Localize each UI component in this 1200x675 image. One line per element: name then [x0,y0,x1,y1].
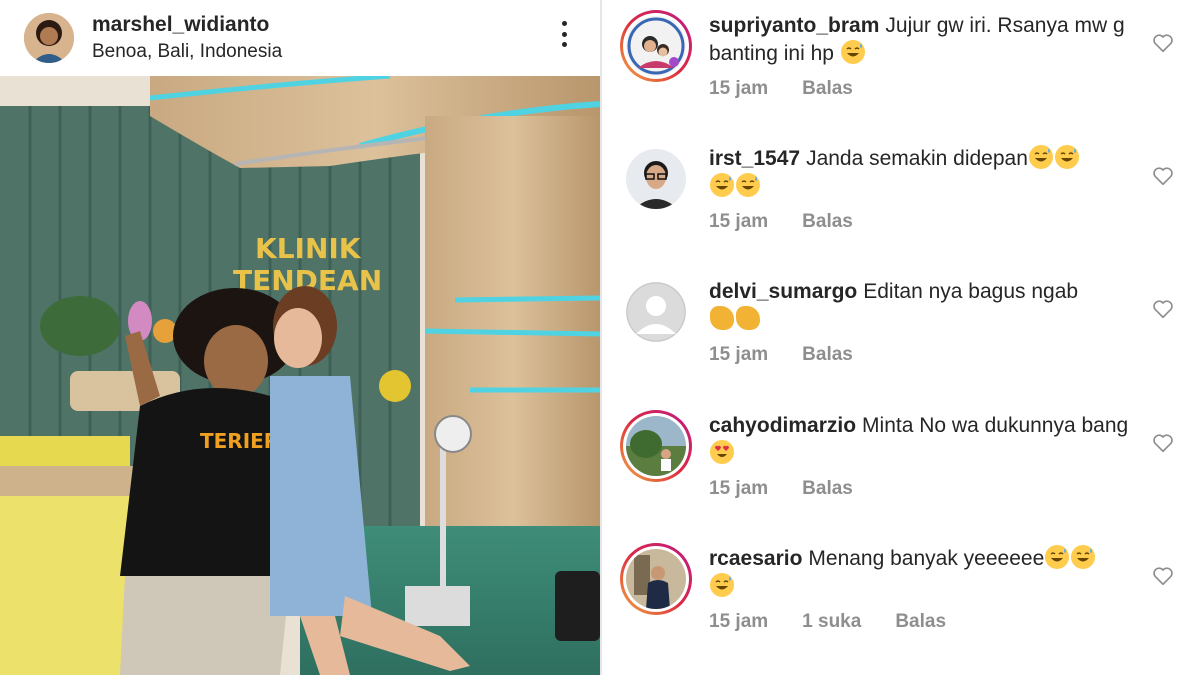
man-glasses-avatar[interactable] [626,149,686,209]
grinning-sweat-emoji [710,173,734,197]
grinning-sweat-emoji [1071,545,1096,569]
comment-likes[interactable]: 1 suka [802,611,861,633]
comment-time[interactable]: 15 jam [709,211,768,233]
comment-username[interactable]: cahyodimarzio [709,414,856,437]
story-ring[interactable] [620,10,692,82]
comment-username[interactable]: irst_1547 [709,147,800,170]
reply-button[interactable]: Balas [802,478,853,500]
more-options-icon[interactable] [552,18,576,50]
story-ring[interactable] [620,410,692,482]
story-ring[interactable] [620,543,692,615]
comment-item: supriyanto_bram Jujur gw iri. Rsanya mw g… [602,0,1200,133]
comment-text: Minta No wa dukunnya bang [862,414,1129,437]
comment-username[interactable]: rcaesario [709,547,802,570]
comment-item: delvi_sumargo Editan nya bagus ngab 15 ja… [602,266,1200,399]
post-location[interactable]: Benoa, Bali, Indonesia [92,40,282,64]
grinning-sweat-emoji [736,173,760,197]
grinning-sweat-emoji [840,40,865,64]
comment-text: Menang banyak yeeeeee [808,547,1045,570]
like-heart-icon[interactable] [1152,298,1174,320]
comment-time[interactable]: 15 jam [709,344,768,366]
comments-panel: supriyanto_bram Jujur gw iri. Rsanya mw g… [602,0,1200,675]
post-header: marshel_widianto Benoa, Bali, Indonesia [0,0,600,76]
comment-item: cahyodimarzio Minta No wa dukunnya bang 1… [602,400,1200,533]
like-heart-icon[interactable] [1152,165,1174,187]
comment-username[interactable]: delvi_sumargo [709,280,857,303]
reply-button[interactable]: Balas [802,78,853,100]
author-avatar[interactable] [24,13,74,63]
post-panel: marshel_widianto Benoa, Bali, Indonesia [0,0,600,675]
author-username[interactable]: marshel_widianto [92,12,282,38]
grinning-sweat-emoji [710,573,734,597]
comment-time[interactable]: 15 jam [709,611,768,633]
reply-button[interactable]: Balas [895,611,946,633]
clapping-hands-emoji [736,306,760,330]
comment-item: irst_1547 Janda semakin didepan 15 jam Ba… [602,133,1200,266]
heart-eyes-emoji [710,440,734,464]
clapping-hands-emoji [710,306,734,330]
default-user-avatar[interactable] [626,282,686,342]
sign-line1: KLINIK [255,232,362,265]
family-photo-avatar[interactable] [626,16,686,76]
like-heart-icon[interactable] [1152,32,1174,54]
shirt-text: TERIER [200,429,279,453]
grinning-sweat-emoji [1028,145,1053,169]
comment-time[interactable]: 15 jam [709,78,768,100]
comment-text: Janda semakin didepan [806,147,1028,170]
suit-man-avatar[interactable] [626,549,686,609]
comment-text: Editan nya bagus ngab [863,280,1079,303]
grinning-sweat-emoji [1045,545,1070,569]
comment-time[interactable]: 15 jam [709,478,768,500]
comment-username[interactable]: supriyanto_bram [709,14,879,37]
reply-button[interactable]: Balas [802,211,853,233]
reply-button[interactable]: Balas [802,344,853,366]
comment-item: rcaesario Menang banyak yeeeeee 15 jam 1 … [602,533,1200,666]
grinning-sweat-emoji [1054,145,1079,169]
like-heart-icon[interactable] [1152,432,1174,454]
outdoor-photo-avatar[interactable] [626,416,686,476]
post-photo: KLINIK TENDEAN TERIER [0,76,600,675]
like-heart-icon[interactable] [1152,565,1174,587]
